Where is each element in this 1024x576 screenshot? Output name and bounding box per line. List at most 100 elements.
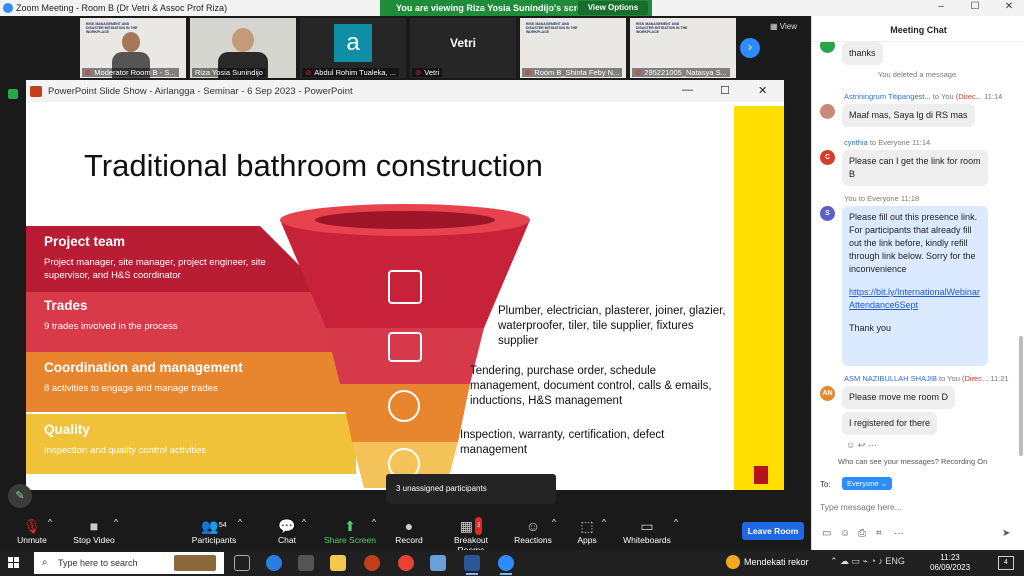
file-explorer-icon[interactable] <box>330 555 346 571</box>
ppt-close-button[interactable]: ✕ <box>758 84 767 97</box>
participants-icon: 👥54 <box>201 518 227 534</box>
record-label: Record <box>395 535 423 545</box>
format-icon[interactable]: ▭ <box>822 528 831 539</box>
clock-time: 11:23 <box>940 553 960 562</box>
whiteboards-button[interactable]: ▭ Whiteboards <box>620 517 674 545</box>
edge-browser-icon[interactable] <box>266 555 282 571</box>
chevron-up-icon[interactable]: ^ <box>372 517 376 527</box>
record-icon: ● <box>404 518 414 534</box>
weather-icon <box>726 555 740 569</box>
participants-button[interactable]: 👥54 Participants <box>190 517 238 545</box>
deleted-message-note: You deleted a message <box>878 70 957 79</box>
share-banner-message: You are viewing Riza Yosia Sunindijo's s… <box>396 3 593 13</box>
participant-face <box>122 32 140 52</box>
emoji-icon[interactable]: ☺ <box>840 528 850 539</box>
ppt-maximize-button[interactable]: ☐ <box>720 84 730 97</box>
video-tile[interactable]: RISK MANAGEMENT AND DISASTER MITIGATION … <box>630 18 736 78</box>
word-icon[interactable] <box>464 555 480 575</box>
record-button[interactable]: ● Record <box>392 517 426 545</box>
chat-panel-title: Meeting Chat <box>812 16 1024 42</box>
chevron-up-icon[interactable]: ^ <box>114 517 118 527</box>
system-tray-icons[interactable]: ⌃ ☁ ▭ ⌁ ◔ ♪ ENG <box>830 556 905 567</box>
band-heading: Coordination and management <box>44 360 243 375</box>
tile-label: ⊘ Room B_Shinta Feby N... <box>522 68 623 77</box>
app-icon[interactable] <box>430 555 446 571</box>
security-shield-icon[interactable] <box>8 89 18 99</box>
message-reaction-icons[interactable]: ☺ ↩ ··· <box>846 440 877 451</box>
whiteboards-label: Whiteboards <box>623 535 671 545</box>
apps-label: Apps <box>577 535 597 545</box>
maximize-button[interactable]: ☐ <box>960 1 990 15</box>
sender-avatar: C <box>820 150 835 165</box>
chevron-up-icon[interactable]: ^ <box>552 517 556 527</box>
recipient-select[interactable]: Everyone ⌄ <box>842 477 893 490</box>
video-tile[interactable]: Riza Yosia Sunindijo <box>190 18 296 78</box>
tile-label: ⊘ Abdul Rohim Tualeka, ... <box>302 68 400 77</box>
taskbar-search-box[interactable]: ⌕ Type here to search <box>34 552 224 574</box>
whiteboard-icon: ▭ <box>640 518 654 534</box>
to-label: To: <box>820 480 831 489</box>
video-tile[interactable]: RISK MANAGEMENT AND DISASTER MITIGATION … <box>520 18 626 78</box>
chat-scrollbar[interactable] <box>1019 336 1023 456</box>
video-tile[interactable]: RISK MANAGEMENT AND DISASTER MITIGATION … <box>80 18 186 78</box>
chevron-up-icon[interactable]: ^ <box>602 517 606 527</box>
attach-file-icon[interactable]: ⎙ <box>858 528 866 539</box>
zoom-taskbar-icon[interactable] <box>498 555 514 575</box>
video-tile[interactable]: Vetri ⊘ Vetri <box>410 18 516 78</box>
video-camera-icon: ■ <box>89 518 99 534</box>
windows-start-icon[interactable] <box>8 557 20 569</box>
apps-button[interactable]: ⬚ Apps <box>572 517 602 545</box>
chevron-up-icon[interactable]: ^ <box>238 517 242 527</box>
chat-message-list[interactable]: thanks You deleted a message Astriningru… <box>812 42 1024 462</box>
chevron-up-icon[interactable]: ^ <box>302 517 306 527</box>
screenshot-icon[interactable]: ⌗ <box>876 528 882 539</box>
send-icon[interactable]: ➤ <box>1002 528 1010 539</box>
taskbar-clock[interactable]: 11:23 06/09/2023 <box>930 553 970 573</box>
breakout-rooms-icon: ▦ 3 <box>459 517 483 535</box>
view-options-button[interactable]: View Options <box>578 1 648 15</box>
band-text: Project manager, site manager, project e… <box>44 257 266 281</box>
notification-icon[interactable]: 4 <box>998 556 1014 570</box>
leave-room-button[interactable]: Leave Room <box>742 522 804 540</box>
tile-name: 295221005_Natasya S... <box>644 68 727 77</box>
next-page-icon[interactable]: › <box>740 38 760 58</box>
message-meta: cynthia to Everyone 11:14 <box>844 138 931 147</box>
chevron-up-icon[interactable]: ^ <box>674 517 678 527</box>
ppt-minimize-button[interactable]: — <box>682 84 693 96</box>
chat-button[interactable]: 💬 Chat <box>272 517 302 545</box>
stop-video-button[interactable]: ■ Stop Video <box>70 517 118 545</box>
checklist-icon <box>388 270 422 304</box>
attendance-link[interactable]: https://bit.ly/InternationalWebinarAtten… <box>849 286 981 312</box>
close-window-button[interactable]: ✕ <box>994 1 1024 15</box>
chat-message: thanks <box>842 42 883 65</box>
weather-text[interactable]: Mendekati rekor <box>744 557 809 567</box>
task-view-icon[interactable] <box>234 555 250 571</box>
band-heading: Quality <box>44 422 90 437</box>
powerpoint-taskbar-icon[interactable] <box>364 555 380 571</box>
participant-face <box>232 28 254 52</box>
slide-title: Traditional bathroom construction <box>84 148 543 183</box>
chat-footer: Who can see your messages? Recording On … <box>812 456 1024 550</box>
band-heading: Trades <box>44 298 88 313</box>
minimize-button[interactable]: – <box>926 1 956 15</box>
more-icon[interactable]: ··· <box>894 528 904 539</box>
video-tile[interactable]: a ⊘ Abdul Rohim Tualeka, ... <box>300 18 406 78</box>
recipient-row: To: Everyone ⌄ <box>820 477 893 490</box>
quality-description: Inspection, warranty, certification, def… <box>460 429 665 456</box>
chevron-up-icon[interactable]: ^ <box>48 517 52 527</box>
chrome-icon[interactable] <box>398 555 414 571</box>
share-screen-button[interactable]: ⬆ Share Screen <box>322 517 378 545</box>
chat-message-input[interactable] <box>820 498 1016 516</box>
view-button[interactable]: ▦ View <box>770 22 797 31</box>
sender-avatar <box>820 42 835 53</box>
app-icon[interactable] <box>298 555 314 571</box>
apps-icon: ⬚ <box>580 518 594 534</box>
sender-avatar <box>820 104 835 119</box>
breakout-badge: 3 <box>474 517 483 535</box>
meeting-toolbar: 🎙 Unmute ^ ■ Stop Video ^ 👥54 Participan… <box>0 514 811 555</box>
reactions-button[interactable]: ☺ Reactions <box>512 517 554 545</box>
privacy-notice[interactable]: Who can see your messages? Recording On <box>838 457 987 466</box>
annotate-pencil-icon[interactable]: ✎ <box>8 484 32 508</box>
participants-count: 54 <box>218 522 227 529</box>
unmute-button[interactable]: 🎙 Unmute <box>12 517 52 545</box>
